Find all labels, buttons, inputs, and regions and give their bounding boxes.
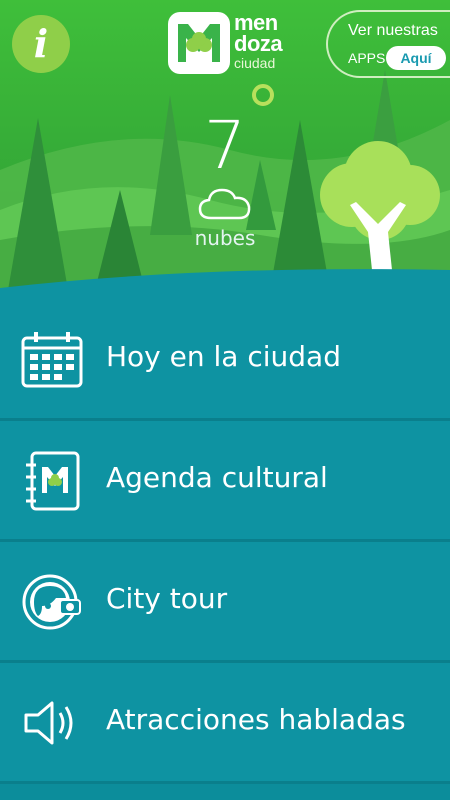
weather-condition: nubes bbox=[194, 226, 256, 250]
menu-item-label: Atracciones habladas bbox=[106, 703, 406, 736]
calendar-icon bbox=[21, 332, 83, 388]
agenda-icon bbox=[26, 451, 80, 511]
speaker-icon bbox=[24, 701, 73, 745]
logo-mark bbox=[168, 12, 230, 74]
logo-text-doza: doza bbox=[234, 31, 283, 56]
cloud-icon bbox=[198, 188, 251, 220]
menu-item-city-tour[interactable]: City tour bbox=[0, 542, 450, 660]
menu-item-label: Hoy en la ciudad bbox=[106, 340, 341, 373]
menu-item-label: Agenda cultural bbox=[106, 461, 328, 494]
temperature-value: 7 bbox=[204, 107, 246, 184]
menu-item-hoy-en-la-ciudad[interactable]: Hoy en la ciudad bbox=[0, 300, 450, 418]
logo-text-ciudad: ciudad bbox=[234, 55, 276, 71]
degree-icon bbox=[252, 84, 274, 106]
info-button[interactable]: i bbox=[12, 15, 70, 73]
apps-here-button[interactable]: Aquí bbox=[386, 46, 446, 70]
apps-title: Ver nuestras bbox=[348, 22, 438, 39]
hero-header: i men doza ciudad Ver nuestras APPS Aquí bbox=[0, 0, 450, 300]
city-tour-icon bbox=[22, 574, 81, 630]
menu-item-atracciones-habladas[interactable]: Atracciones habladas bbox=[0, 663, 450, 781]
weather-widget: 7 nubes bbox=[170, 84, 280, 250]
our-apps-banner[interactable]: Ver nuestras APPS Aquí bbox=[326, 10, 450, 78]
menu-item-agenda-cultural[interactable]: Agenda cultural bbox=[0, 421, 450, 539]
divider bbox=[0, 781, 450, 784]
mendoza-logo: men doza ciudad bbox=[168, 12, 286, 74]
app-screen: i men doza ciudad Ver nuestras APPS Aquí bbox=[0, 0, 450, 800]
logo-wordmark: men doza ciudad bbox=[234, 12, 283, 71]
info-icon: i bbox=[33, 21, 49, 66]
main-menu: Hoy en la ciudad Agenda cultural City to… bbox=[0, 300, 450, 800]
menu-item-label: City tour bbox=[106, 582, 228, 615]
apps-subtitle: APPS bbox=[348, 50, 386, 66]
